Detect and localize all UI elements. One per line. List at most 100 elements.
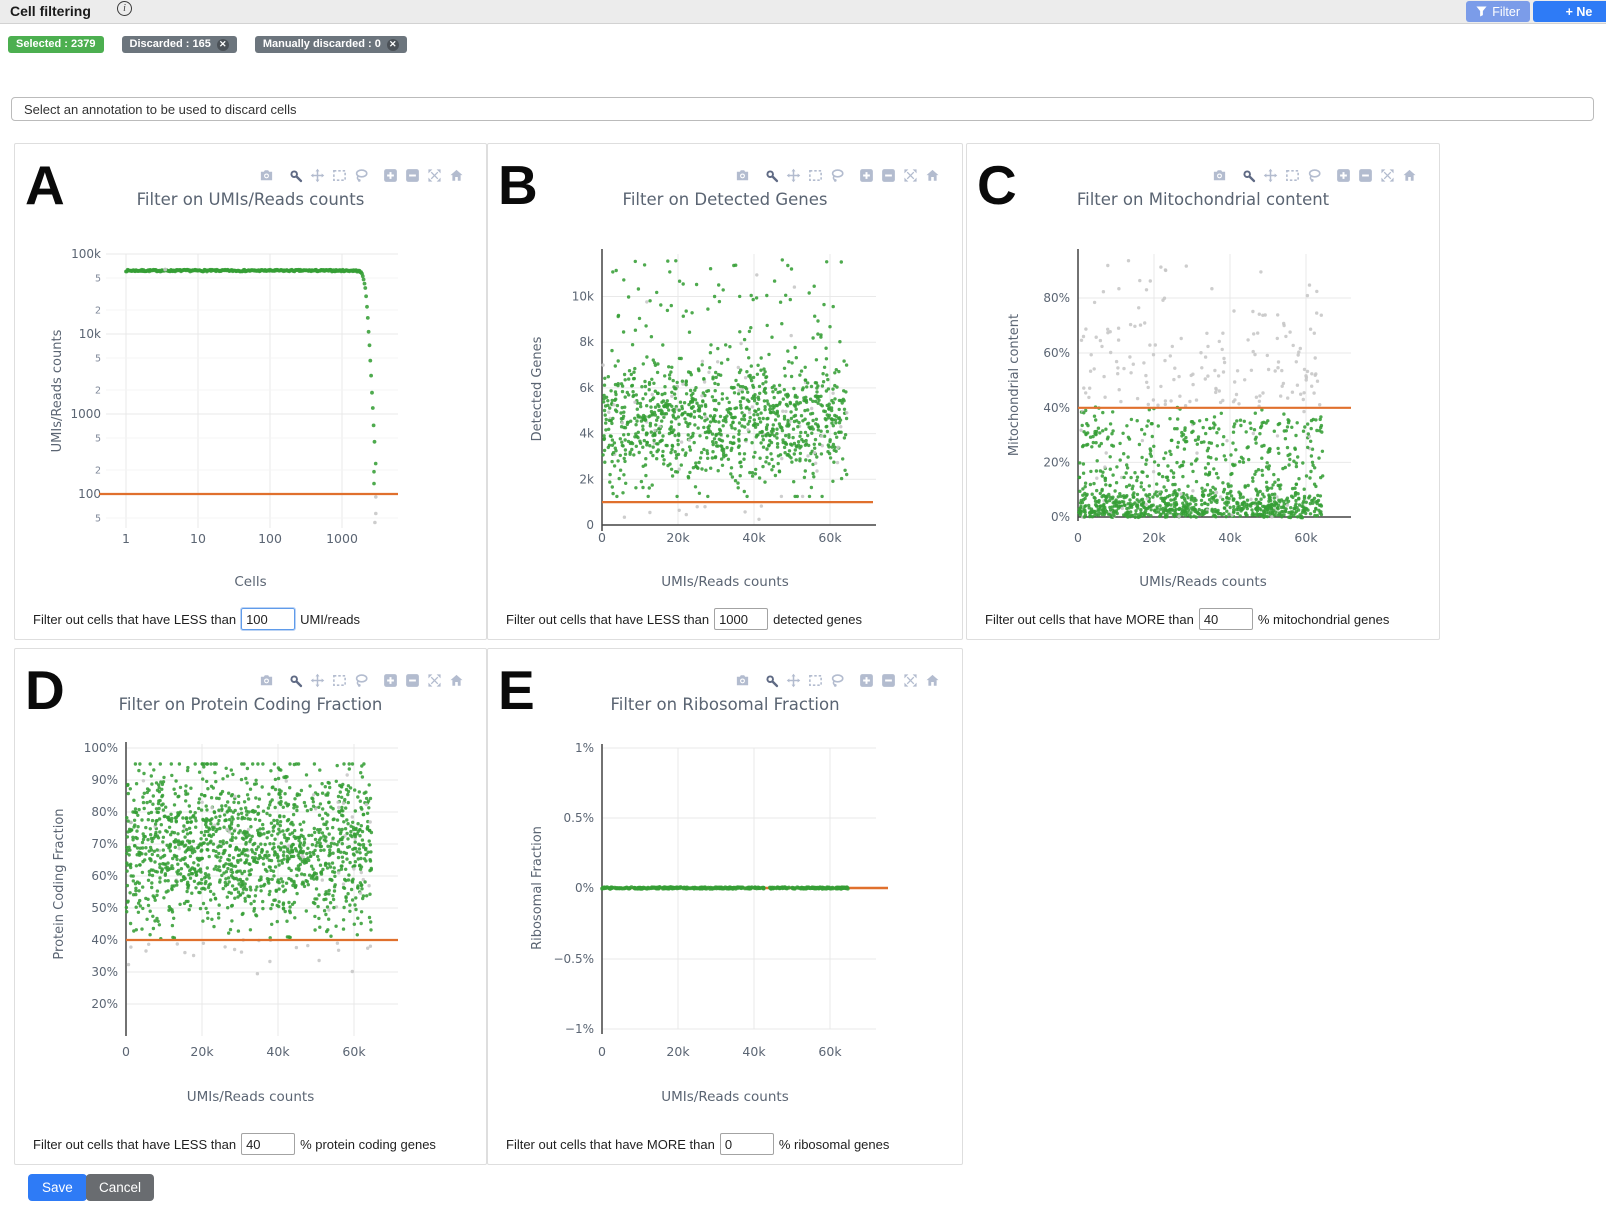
plot-modebar: [728, 673, 940, 688]
svg-text:10k: 10k: [572, 290, 594, 304]
svg-text:40%: 40%: [91, 933, 118, 947]
autoscale-icon[interactable]: [427, 673, 442, 688]
lasso-select-icon[interactable]: [830, 673, 845, 688]
svg-text:90%: 90%: [91, 773, 118, 787]
zoom-icon[interactable]: [288, 673, 303, 688]
reset-axes-icon[interactable]: [925, 168, 940, 183]
mito-threshold-input[interactable]: [1199, 608, 1253, 630]
info-icon[interactable]: i: [117, 1, 132, 16]
svg-text:20k: 20k: [1142, 530, 1166, 545]
pan-icon[interactable]: [786, 673, 801, 688]
manually-discarded-close-icon[interactable]: ✕: [387, 39, 399, 51]
pan-icon[interactable]: [310, 673, 325, 688]
annotation-select[interactable]: Select an annotation to be used to disca…: [11, 97, 1594, 121]
svg-text:5: 5: [95, 514, 101, 525]
svg-text:2k: 2k: [579, 472, 594, 486]
page-title: Cell filtering: [10, 3, 91, 19]
pan-icon[interactable]: [786, 168, 801, 183]
plot-area-mito[interactable]: 0%20%40%60%80%020k40k60kMitochondrial co…: [967, 229, 1441, 574]
plot-area-ribo[interactable]: 1%0.5%0%−0.5%−1%020k40k60kRibosomal Frac…: [488, 734, 964, 1079]
autoscale-icon[interactable]: [903, 168, 918, 183]
filter-text-after-e: % ribosomal genes: [779, 1137, 890, 1152]
zoom-out-icon[interactable]: [881, 673, 896, 688]
zoom-in-icon[interactable]: [859, 673, 874, 688]
svg-text:80%: 80%: [1043, 291, 1070, 305]
svg-text:0: 0: [586, 518, 594, 532]
zoom-out-icon[interactable]: [405, 168, 420, 183]
download-plot-icon[interactable]: [1212, 168, 1227, 183]
cell-filtering-app: Cell filtering i Filter + Ne Selected : …: [0, 0, 1606, 1210]
svg-text:2: 2: [95, 306, 101, 317]
cancel-button-label: Cancel: [99, 1180, 141, 1195]
annotation-select-placeholder: Select an annotation to be used to disca…: [24, 102, 296, 117]
reset-axes-icon[interactable]: [925, 673, 940, 688]
filter-button[interactable]: Filter: [1466, 1, 1530, 22]
autoscale-icon[interactable]: [1380, 168, 1395, 183]
umi-threshold-input[interactable]: [241, 608, 295, 630]
download-plot-icon[interactable]: [735, 673, 750, 688]
box-select-icon[interactable]: [332, 168, 347, 183]
svg-text:2: 2: [95, 466, 101, 477]
box-select-icon[interactable]: [332, 673, 347, 688]
plot-modebar: [252, 168, 464, 183]
x-axis-label-e: UMIs/Reads counts: [488, 1089, 962, 1105]
autoscale-icon[interactable]: [427, 168, 442, 183]
discarded-close-icon[interactable]: ✕: [217, 39, 229, 51]
filter-row-a: Filter out cells that have LESS than UMI…: [33, 608, 360, 630]
plot-title-b: Filter on Detected Genes: [488, 190, 962, 209]
zoom-icon[interactable]: [1241, 168, 1256, 183]
download-plot-icon[interactable]: [735, 168, 750, 183]
lasso-select-icon[interactable]: [354, 673, 369, 688]
svg-text:Protein Coding Fraction: Protein Coding Fraction: [52, 808, 67, 959]
autoscale-icon[interactable]: [903, 673, 918, 688]
download-plot-icon[interactable]: [259, 168, 274, 183]
genes-threshold-input[interactable]: [714, 608, 768, 630]
zoom-out-icon[interactable]: [405, 673, 420, 688]
pan-icon[interactable]: [1263, 168, 1278, 183]
zoom-icon[interactable]: [764, 673, 779, 688]
svg-text:100: 100: [78, 487, 101, 501]
svg-text:10k: 10k: [79, 327, 101, 341]
new-button[interactable]: + Ne: [1533, 1, 1606, 22]
reset-axes-icon[interactable]: [449, 168, 464, 183]
svg-text:4k: 4k: [579, 427, 594, 441]
panel-ribo-filter: E Filter on Ribosomal Fraction 1%0.5%0%−…: [487, 648, 963, 1165]
svg-text:5: 5: [95, 274, 101, 285]
discarded-count-label: Discarded : 165: [130, 38, 211, 51]
box-select-icon[interactable]: [808, 168, 823, 183]
plot-area-umi[interactable]: 100k10k100010052525251101001000UMIs/Read…: [15, 229, 488, 574]
plot-area-protein[interactable]: 100%90%80%70%60%50%40%30%20%020k40k60kPr…: [15, 734, 488, 1079]
svg-text:20k: 20k: [666, 530, 690, 545]
chart-svg: 100%90%80%70%60%50%40%30%20%020k40k60kPr…: [15, 734, 488, 1074]
reset-axes-icon[interactable]: [449, 673, 464, 688]
zoom-in-icon[interactable]: [1336, 168, 1351, 183]
zoom-in-icon[interactable]: [383, 168, 398, 183]
lasso-select-icon[interactable]: [1307, 168, 1322, 183]
reset-axes-icon[interactable]: [1402, 168, 1417, 183]
ribo-threshold-input[interactable]: [720, 1133, 774, 1155]
download-plot-icon[interactable]: [259, 673, 274, 688]
plot-area-genes[interactable]: 02k4k6k8k10k020k40k60kDetected Genes: [488, 229, 964, 574]
zoom-icon[interactable]: [764, 168, 779, 183]
svg-text:50%: 50%: [91, 901, 118, 915]
box-select-icon[interactable]: [808, 673, 823, 688]
zoom-icon[interactable]: [288, 168, 303, 183]
zoom-in-icon[interactable]: [383, 673, 398, 688]
svg-text:0: 0: [598, 530, 606, 545]
zoom-in-icon[interactable]: [859, 168, 874, 183]
save-button[interactable]: Save: [28, 1174, 87, 1201]
zoom-out-icon[interactable]: [881, 168, 896, 183]
x-axis-label-c: UMIs/Reads counts: [967, 574, 1439, 590]
lasso-select-icon[interactable]: [354, 168, 369, 183]
lasso-select-icon[interactable]: [830, 168, 845, 183]
protein-threshold-input[interactable]: [241, 1133, 295, 1155]
svg-text:1000: 1000: [70, 407, 101, 421]
zoom-out-icon[interactable]: [1358, 168, 1373, 183]
plot-title-d: Filter on Protein Coding Fraction: [15, 695, 486, 714]
svg-text:1: 1: [122, 531, 130, 546]
pan-icon[interactable]: [310, 168, 325, 183]
filter-row-c: Filter out cells that have MORE than % m…: [985, 608, 1389, 630]
box-select-icon[interactable]: [1285, 168, 1300, 183]
cancel-button[interactable]: Cancel: [86, 1174, 154, 1201]
plot-title-c: Filter on Mitochondrial content: [967, 190, 1439, 209]
